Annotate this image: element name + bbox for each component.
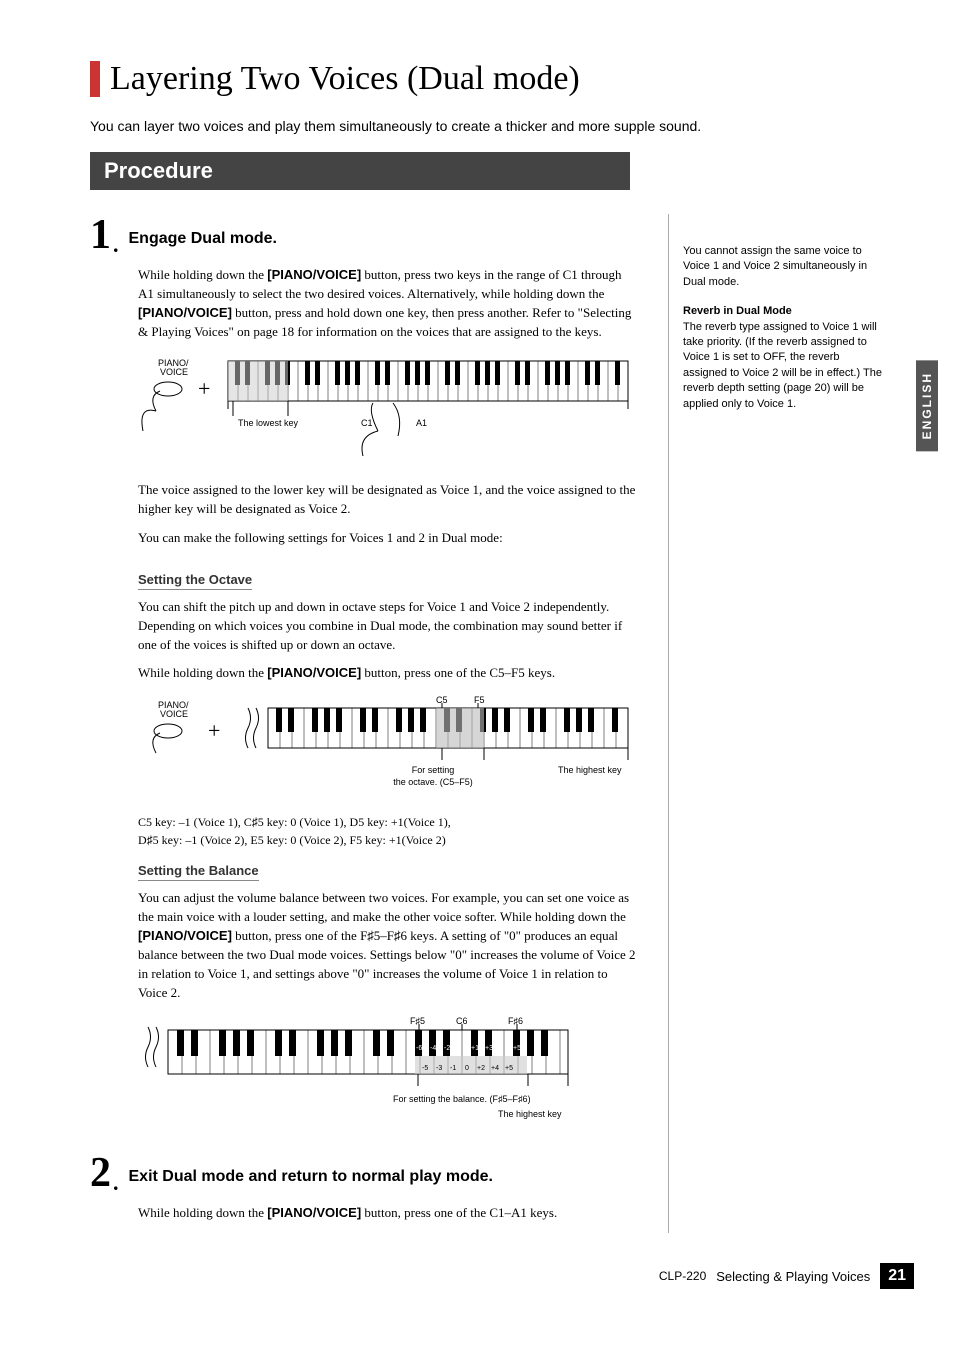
f-sharp-6-label: F♯6 [508, 1016, 523, 1026]
octave-heading: Setting the Octave [138, 572, 252, 590]
title-row: Layering Two Voices (Dual mode) [90, 60, 884, 98]
octave-instruction: While holding down the [PIANO/VOICE] but… [138, 664, 638, 683]
text: button, press one of the C1–A1 keys. [361, 1205, 557, 1220]
diagram-balance: -6 -4 -2 +1 +3 +5 -5 -3 -1 0 +2 +4 +5 [138, 1012, 638, 1142]
side-body: The reverb type assigned to Voice 1 will… [683, 321, 882, 410]
step-2-header: 2 . Exit Dual mode and return to normal … [90, 1152, 638, 1196]
model-label: CLP-220 [659, 1269, 706, 1283]
svg-text:VOICE: VOICE [160, 709, 188, 719]
intro-text: You can layer two voices and play them s… [90, 118, 884, 134]
side-subtitle: Reverb in Dual Mode [683, 305, 792, 317]
page-title: Layering Two Voices (Dual mode) [110, 60, 580, 98]
f5-label: F5 [474, 695, 485, 705]
svg-text:+4: +4 [491, 1065, 499, 1072]
step-dot: . [113, 232, 119, 258]
c6-label: C6 [456, 1016, 468, 1026]
svg-text:-1: -1 [450, 1065, 456, 1072]
side-reverb: Reverb in Dual Mode The reverb type assi… [683, 304, 884, 412]
octave-caption-1: For setting [412, 765, 455, 775]
octave-key-legend: C5 key: –1 (Voice 1), C♯5 key: 0 (Voice … [138, 813, 638, 849]
svg-text:-5: -5 [422, 1065, 428, 1072]
diagram-engage-dual: PIANO/ VOICE + [138, 351, 638, 471]
button-ref: [PIANO/VOICE] [138, 305, 232, 320]
procedure-heading: Procedure [90, 152, 630, 190]
balance-heading: Setting the Balance [138, 863, 259, 881]
balance-caption: For setting the balance. (F♯5–F♯6) [393, 1094, 531, 1104]
button-ref: [PIANO/VOICE] [267, 267, 361, 282]
lowest-key-label: The lowest key [238, 418, 299, 428]
step-1-header: 1 . Engage Dual mode. [90, 214, 638, 258]
octave-caption-2: the octave. (C5–F5) [393, 777, 473, 787]
f-sharp-5-label: F♯5 [410, 1016, 425, 1026]
a1-label: A1 [416, 418, 427, 428]
svg-text:+1: +1 [471, 1045, 479, 1052]
svg-text:+2: +2 [477, 1065, 485, 1072]
svg-text:+: + [208, 718, 220, 743]
svg-text:+3: +3 [485, 1045, 493, 1052]
balance-body: You can adjust the volume balance betwee… [138, 889, 638, 1002]
step-number: 2 [90, 1152, 111, 1194]
legend-line: D♯5 key: –1 (Voice 2), E5 key: 0 (Voice … [138, 831, 638, 849]
svg-text:0: 0 [465, 1065, 469, 1072]
octave-body: You can shift the pitch up and down in o… [138, 598, 638, 655]
button-ref: [PIANO/VOICE] [267, 665, 361, 680]
step-dot: . [113, 1170, 119, 1196]
button-ref: [PIANO/VOICE] [138, 928, 232, 943]
step-title: Engage Dual mode. [129, 230, 277, 248]
title-accent-bar [90, 61, 100, 97]
text: You can adjust the volume balance betwee… [138, 890, 629, 924]
page-content: Layering Two Voices (Dual mode) You can … [0, 60, 954, 1233]
page-number: 21 [880, 1263, 914, 1289]
legend-line: C5 key: –1 (Voice 1), C♯5 key: 0 (Voice … [138, 813, 638, 831]
text: While holding down the [138, 665, 267, 680]
page-footer: CLP-220 Selecting & Playing Voices 21 [0, 1233, 954, 1289]
svg-text:-2: -2 [444, 1045, 450, 1052]
c5-label: C5 [436, 695, 448, 705]
piano-voice-label2: VOICE [160, 367, 188, 377]
text: While holding down the [138, 267, 267, 282]
diagram-octave: PIANO/ VOICE + [138, 693, 638, 803]
svg-text:+5: +5 [513, 1045, 521, 1052]
step1-body: While holding down the [PIANO/VOICE] but… [138, 266, 638, 341]
settings-intro: You can make the following settings for … [138, 529, 638, 548]
highest-key-label: The highest key [558, 765, 622, 775]
section-label: Selecting & Playing Voices [716, 1269, 870, 1284]
side-column: You cannot assign the same voice to Voic… [668, 214, 884, 1233]
main-column: 1 . Engage Dual mode. While holding down… [90, 214, 638, 1233]
plus-icon: + [198, 376, 210, 401]
svg-text:-6: -6 [416, 1045, 422, 1052]
text: While holding down the [138, 1205, 267, 1220]
text: button, press one of the C5–F5 keys. [361, 665, 555, 680]
step-number: 1 [90, 214, 111, 256]
voice-designation-note: The voice assigned to the lower key will… [138, 481, 638, 519]
svg-text:+5: +5 [505, 1065, 513, 1072]
svg-text:-3: -3 [436, 1065, 442, 1072]
svg-text:-4: -4 [430, 1045, 436, 1052]
side-note-1: You cannot assign the same voice to Voic… [683, 244, 884, 290]
step-title: Exit Dual mode and return to normal play… [129, 1168, 494, 1186]
highest-key-label: The highest key [498, 1109, 562, 1119]
step2-body: While holding down the [PIANO/VOICE] but… [138, 1204, 638, 1223]
button-ref: [PIANO/VOICE] [267, 1205, 361, 1220]
c1-label: C1 [361, 418, 373, 428]
